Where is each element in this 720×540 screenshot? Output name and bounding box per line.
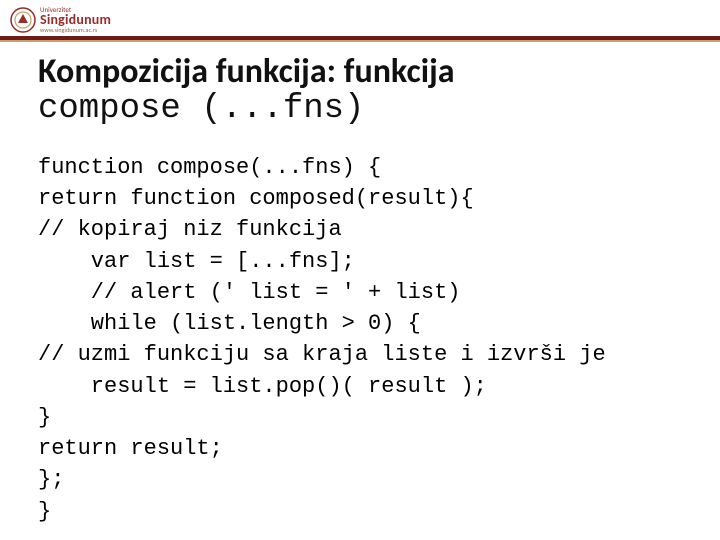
logo-emblem-icon <box>10 7 36 33</box>
code-line: return result; <box>38 436 223 461</box>
code-line: while (list.length > 0) { <box>38 311 421 336</box>
slide-title: Kompozicija funkcija: funkcija compose (… <box>38 54 678 127</box>
code-line: var list = [...fns]; <box>38 249 355 274</box>
code-line: // kopiraj niz funkcija <box>38 217 342 242</box>
logo-text: Univerzitet Singidunum www.singidunum.ac… <box>40 6 111 33</box>
code-line: function compose(...fns) { <box>38 155 381 180</box>
code-block: function compose(...fns) { return functi… <box>38 152 688 527</box>
slide: Univerzitet Singidunum www.singidunum.ac… <box>0 0 720 540</box>
code-line: result = list.pop()( result ); <box>38 374 487 399</box>
logo-url: www.singidunum.ac.rs <box>40 27 111 33</box>
code-line: // uzmi funkciju sa kraja liste i izvrši… <box>38 342 606 367</box>
code-line: } <box>38 405 51 430</box>
logo-name: Singidunum <box>40 13 111 27</box>
title-line-1: Kompozicija funkcija: funkcija <box>38 54 678 91</box>
code-line: return function composed(result){ <box>38 186 474 211</box>
logo: Univerzitet Singidunum www.singidunum.ac… <box>10 6 111 33</box>
code-line: // alert (' list = ' + list) <box>38 280 460 305</box>
code-line: } <box>38 499 51 524</box>
title-line-2: compose (...fns) <box>38 91 678 128</box>
code-line: }; <box>38 467 64 492</box>
header-rule-light <box>0 40 720 42</box>
